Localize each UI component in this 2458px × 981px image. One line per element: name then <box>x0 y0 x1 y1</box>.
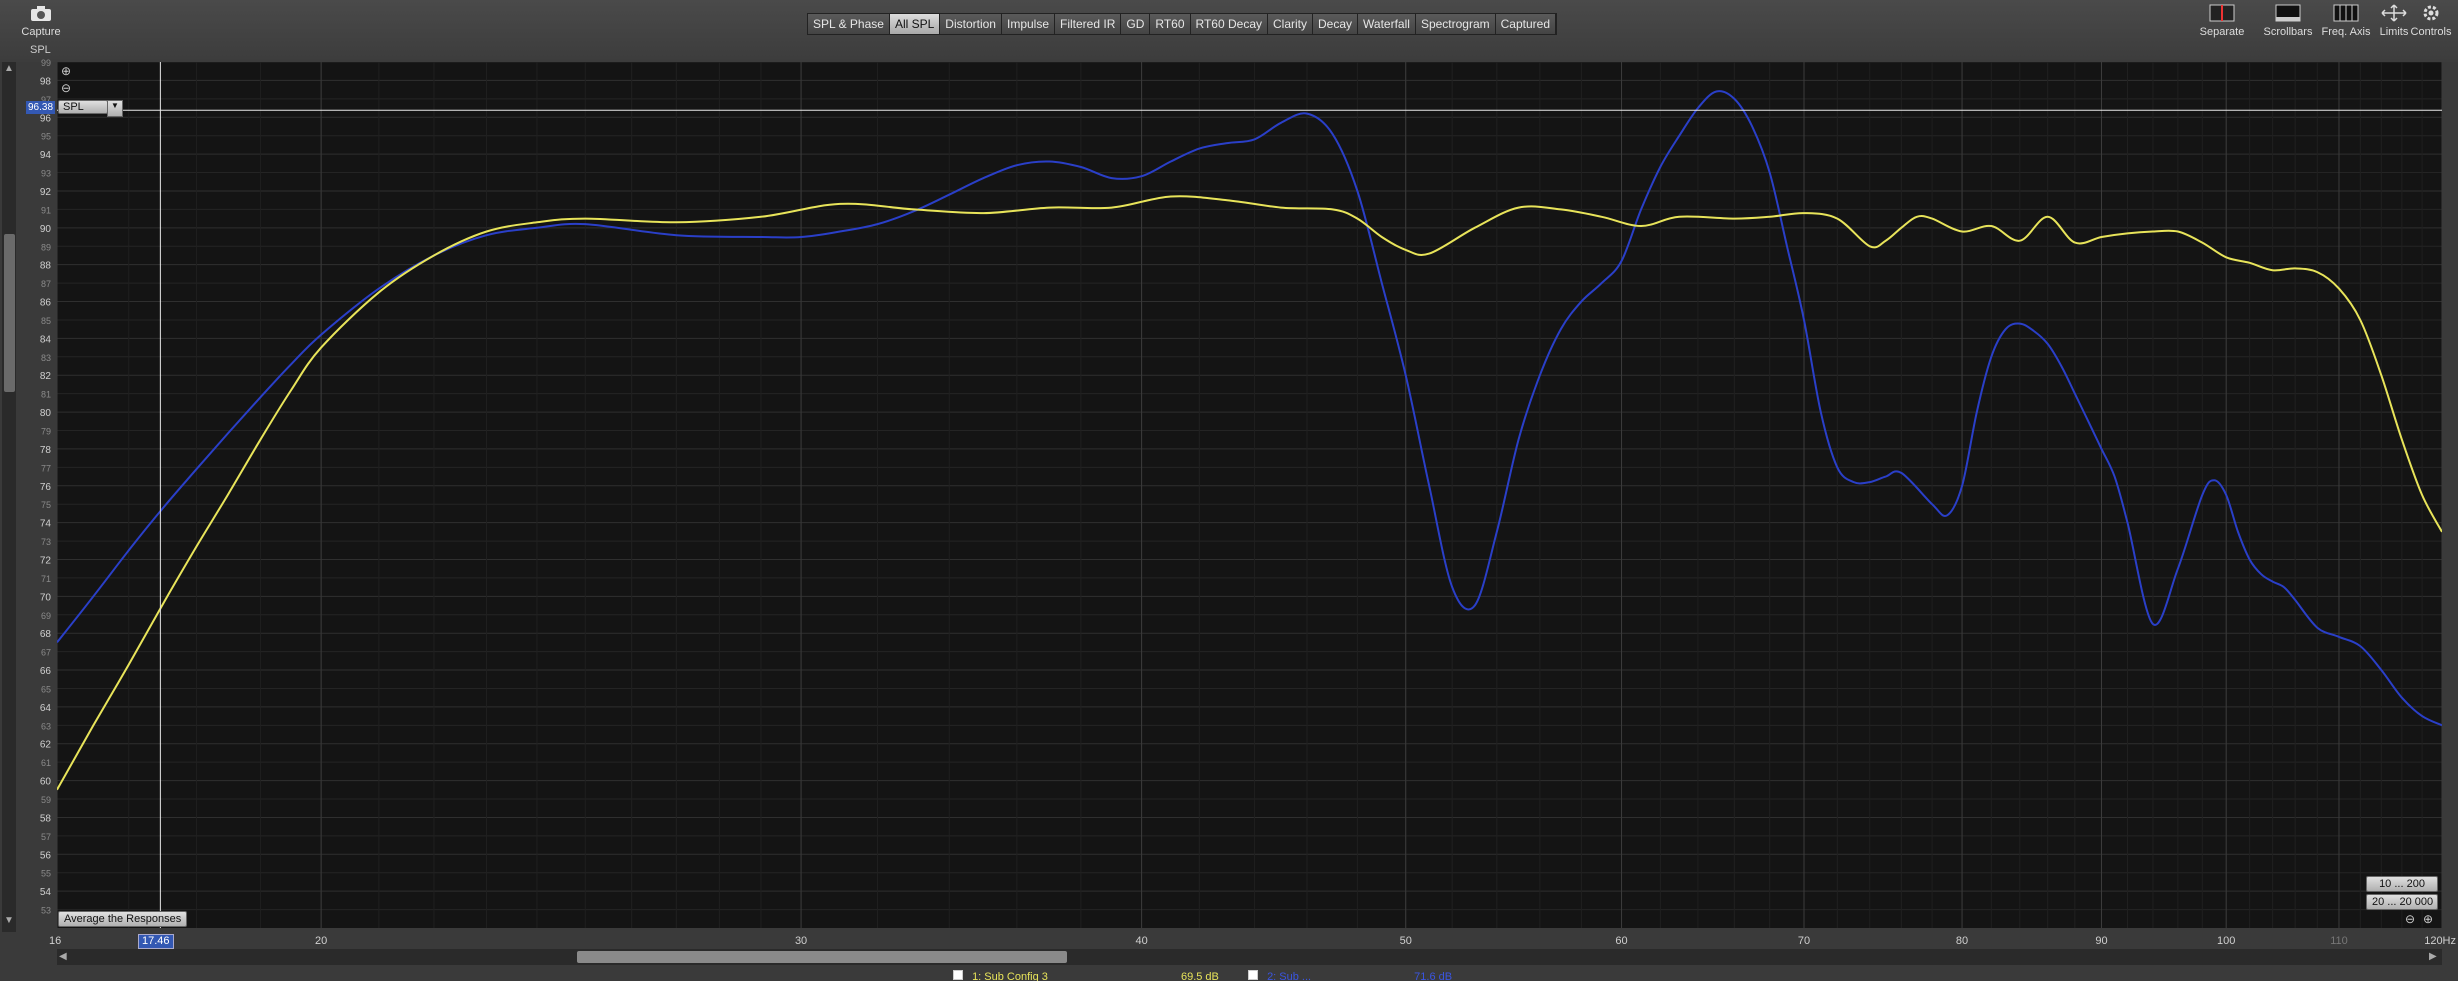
scroll-left-arrow-icon[interactable]: ◀ <box>59 951 67 962</box>
y-tick-label: 91 <box>41 205 51 215</box>
y-tick-label: 94 <box>40 150 52 161</box>
average-responses-button[interactable]: Average the Responses <box>58 911 188 927</box>
y-tick-label: 99 <box>41 58 51 68</box>
y-tick-label: 61 <box>41 758 51 768</box>
y-tick-label: 66 <box>40 666 52 677</box>
x-tick-label: 20 <box>315 935 327 947</box>
y-tick-label: 75 <box>41 500 51 510</box>
spl-select[interactable]: SPL ▼ <box>58 100 123 117</box>
chevron-down-icon[interactable]: ▼ <box>107 100 123 117</box>
cursor-spl-value[interactable]: 96.38 <box>26 101 56 114</box>
x-tick-label: 50 <box>1400 935 1412 947</box>
range-20-20000-button[interactable]: 20 ... 20 000 <box>2366 894 2438 910</box>
range-10-200-button[interactable]: 10 ... 200 <box>2366 876 2438 892</box>
y-tick-label: 83 <box>41 353 51 363</box>
zoom-out-icon[interactable]: ⊖ <box>61 81 71 95</box>
y-tick-label: 93 <box>41 169 51 179</box>
y-tick-label: 88 <box>40 261 52 272</box>
y-tick-label: 74 <box>40 519 52 530</box>
x-tick-label: 60 <box>1615 935 1627 947</box>
spl-select-value: SPL <box>63 101 84 113</box>
y-tick-label: 70 <box>40 592 52 603</box>
y-tick-label: 76 <box>40 482 52 493</box>
y-tick-label: 84 <box>40 334 52 345</box>
y-tick-label: 96 <box>40 113 52 124</box>
y-tick-label: 54 <box>40 887 52 898</box>
y-tick-label: 87 <box>41 279 51 289</box>
horizontal-scroll-thumb[interactable] <box>577 951 1067 963</box>
y-tick-label: 71 <box>41 574 51 584</box>
y-tick-label: 98 <box>40 76 52 87</box>
y-tick-label: 56 <box>40 850 52 861</box>
horizontal-scrollbar[interactable] <box>57 949 2442 965</box>
y-tick-label: 63 <box>41 721 51 731</box>
y-tick-label: 85 <box>41 316 51 326</box>
x-zoom-in-icon[interactable]: ⊕ <box>2423 912 2433 926</box>
x-tick-label: 120Hz <box>2424 935 2456 947</box>
y-tick-label: 72 <box>40 555 52 566</box>
x-tick-label: 40 <box>1135 935 1147 947</box>
x-tick-label: 80 <box>1956 935 1968 947</box>
x-tick-label: 90 <box>2095 935 2107 947</box>
y-tick-label: 77 <box>41 463 51 473</box>
legend-name-2: 2: Sub ... <box>1267 971 1312 981</box>
series-line-1 <box>57 195 2442 791</box>
legend-level-2: 71.6 dB <box>1414 971 1453 981</box>
y-tick-label: 55 <box>41 869 51 879</box>
y-tick-label: 68 <box>40 629 52 640</box>
y-tick-label: 89 <box>41 242 51 252</box>
y-tick-label: 90 <box>40 224 52 235</box>
cursor-freq-value[interactable]: 17.46 <box>138 934 174 949</box>
y-tick-label: 80 <box>40 408 52 419</box>
x-tick-label: 100 <box>2217 935 2235 947</box>
y-tick-label: 62 <box>40 740 52 751</box>
legend-name-1: 1: Sub Config 3 <box>972 971 1048 981</box>
x-tick-label: 16 <box>49 935 61 947</box>
plot-area[interactable] <box>57 62 2442 928</box>
x-zoom-out-icon[interactable]: ⊖ <box>2405 912 2415 926</box>
legend-level-1: 69.5 dB <box>1180 971 1219 981</box>
zoom-in-icon[interactable]: ⊕ <box>61 64 71 78</box>
y-tick-label: 92 <box>40 187 52 198</box>
legend-checkbox-1[interactable] <box>953 970 963 980</box>
x-tick-label: 70 <box>1798 935 1810 947</box>
y-tick-label: 60 <box>40 777 52 788</box>
x-tick-label: 30 <box>795 935 807 947</box>
series-line-2 <box>57 90 2442 727</box>
y-tick-label: 67 <box>41 648 51 658</box>
legend-item-2[interactable]: 2: Sub ... 71.6 dB <box>1248 970 1452 981</box>
legend-checkbox-2[interactable] <box>1248 970 1258 980</box>
y-tick-label: 53 <box>41 906 51 916</box>
y-tick-label: 65 <box>41 684 51 694</box>
y-tick-label: 81 <box>41 390 51 400</box>
y-tick-label: 82 <box>40 371 52 382</box>
y-tick-label: 95 <box>41 132 51 142</box>
y-tick-label: 73 <box>41 537 51 547</box>
y-tick-label: 79 <box>41 427 51 437</box>
y-tick-label: 64 <box>40 703 52 714</box>
x-tick-label: 110 <box>2330 935 2348 947</box>
scroll-right-arrow-icon[interactable]: ▶ <box>2429 951 2437 962</box>
y-tick-label: 59 <box>41 795 51 805</box>
y-tick-label: 58 <box>40 813 52 824</box>
y-tick-label: 86 <box>40 298 52 309</box>
y-tick-label: 69 <box>41 611 51 621</box>
y-tick-label: 57 <box>41 832 51 842</box>
legend-item-1[interactable]: 1: Sub Config 3 69.5 dB <box>953 970 1219 981</box>
y-tick-label: 78 <box>40 445 52 456</box>
